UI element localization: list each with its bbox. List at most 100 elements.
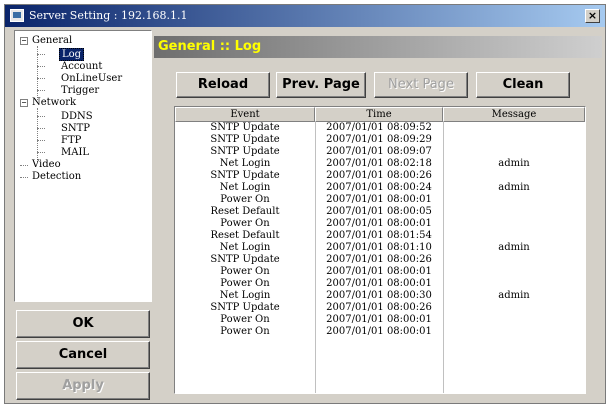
table-row[interactable]: Net Login 2007/01/01 08:00:24 admin <box>175 182 585 194</box>
cell-message: admin <box>498 182 530 193</box>
window-title: Server Setting : 192.168.1.1 <box>29 9 188 22</box>
cell-time: 2007/01/01 08:09:07 <box>326 146 432 157</box>
cell-event: Net Login <box>219 242 271 253</box>
close-button[interactable]: × <box>585 9 600 23</box>
table-row[interactable]: SNTP Update 2007/01/01 08:09:52 <box>175 122 585 134</box>
table-row[interactable]: SNTP Update 2007/01/01 08:00:26 <box>175 170 585 182</box>
cell-event: Power On <box>220 314 270 325</box>
tree-branch-line <box>37 54 45 55</box>
panel-title: General :: Log <box>154 36 602 58</box>
table-row[interactable]: SNTP Update 2007/01/01 08:00:26 <box>175 302 585 314</box>
table-row[interactable]: Net Login 2007/01/01 08:00:30 admin <box>175 290 585 302</box>
table-row[interactable]: SNTP Update 2007/01/01 08:09:07 <box>175 146 585 158</box>
tree-item-ddns[interactable]: DDNS <box>61 111 93 122</box>
cell-event: Net Login <box>219 290 271 301</box>
column-header-message[interactable]: Message <box>443 107 585 122</box>
tree-item-account[interactable]: Account <box>61 61 102 72</box>
cell-time: 2007/01/01 08:00:26 <box>326 170 432 181</box>
cell-event: SNTP Update <box>210 146 280 157</box>
cell-event: Power On <box>220 326 270 337</box>
cell-event: Power On <box>220 218 270 229</box>
table-row[interactable]: Power On 2007/01/01 08:00:01 <box>175 218 585 230</box>
cell-time: 2007/01/01 08:01:10 <box>326 242 432 253</box>
table-row[interactable]: Net Login 2007/01/01 08:02:18 admin <box>175 158 585 170</box>
tree-branch-line <box>20 177 28 178</box>
cell-time: 2007/01/01 08:00:24 <box>326 182 432 193</box>
cell-message: admin <box>498 290 530 301</box>
cell-message: admin <box>498 242 530 253</box>
cell-time: 2007/01/01 08:00:05 <box>326 206 432 217</box>
cell-time: 2007/01/01 08:00:26 <box>326 254 432 265</box>
tree-item-video[interactable]: Video <box>32 159 61 170</box>
general-expander-icon[interactable]: − <box>20 37 28 45</box>
app-icon <box>10 9 24 22</box>
apply-button[interactable]: Apply <box>16 372 150 400</box>
tree-item-trigger[interactable]: Trigger <box>61 85 99 96</box>
table-row[interactable]: Net Login 2007/01/01 08:01:10 admin <box>175 242 585 254</box>
tree-branch-line <box>37 116 45 117</box>
table-row[interactable]: Power On 2007/01/01 08:00:01 <box>175 266 585 278</box>
cell-time: 2007/01/01 08:02:18 <box>326 158 432 169</box>
cell-time: 2007/01/01 08:00:01 <box>326 218 432 229</box>
tree-item-network[interactable]: Network <box>32 97 76 108</box>
title-bar[interactable]: Server Setting : 192.168.1.1 × <box>5 5 605 27</box>
cell-time: 2007/01/01 08:00:01 <box>326 194 432 205</box>
cell-time: 2007/01/01 08:01:54 <box>326 230 432 241</box>
cell-event: Net Login <box>219 182 271 193</box>
column-header-time[interactable]: Time <box>315 107 443 122</box>
log-table: Event Time Message SNTP Update 2007/01/01… <box>174 106 586 394</box>
cell-event: SNTP Update <box>210 302 280 313</box>
cell-event: Net Login <box>219 158 271 169</box>
settings-tree: − General Log Account OnLineUser Trigger… <box>14 30 152 302</box>
tree-branch-line <box>37 128 45 129</box>
cell-event: SNTP Update <box>210 170 280 181</box>
cell-time: 2007/01/01 08:00:30 <box>326 290 432 301</box>
ok-button[interactable]: OK <box>16 310 150 338</box>
cell-event: Reset Default <box>210 230 280 241</box>
tree-item-ftp[interactable]: FTP <box>61 135 81 146</box>
tree-branch-line <box>37 66 45 67</box>
tree-branch-line <box>20 165 28 166</box>
cell-time: 2007/01/01 08:00:01 <box>326 266 432 277</box>
column-header-event[interactable]: Event <box>175 107 315 122</box>
table-row[interactable]: Power On 2007/01/01 08:00:01 <box>175 326 585 338</box>
cell-event: Power On <box>220 266 270 277</box>
prev-page-button[interactable]: Prev. Page <box>276 72 366 98</box>
table-row[interactable]: Power On 2007/01/01 08:00:01 <box>175 314 585 326</box>
tree-item-log[interactable]: Log <box>59 48 85 61</box>
cell-time: 2007/01/01 08:00:01 <box>326 314 432 325</box>
cell-event: SNTP Update <box>210 122 280 133</box>
cell-event: Power On <box>220 278 270 289</box>
cell-event: SNTP Update <box>210 134 280 145</box>
cell-event: Reset Default <box>210 206 280 217</box>
log-rows: SNTP Update 2007/01/01 08:09:52 SNTP Updat… <box>175 122 585 338</box>
cell-message: admin <box>498 158 530 169</box>
tree-item-general[interactable]: General <box>32 35 72 46</box>
table-row[interactable]: SNTP Update 2007/01/01 08:00:26 <box>175 254 585 266</box>
tree-branch-line <box>37 152 45 153</box>
table-row[interactable]: Reset Default 2007/01/01 08:00:05 <box>175 206 585 218</box>
cell-time: 2007/01/01 08:00:01 <box>326 326 432 337</box>
table-row[interactable]: Reset Default 2007/01/01 08:01:54 <box>175 230 585 242</box>
cell-time: 2007/01/01 08:00:01 <box>326 278 432 289</box>
tree-item-detection[interactable]: Detection <box>32 171 81 182</box>
clean-button[interactable]: Clean <box>476 72 570 98</box>
next-page-button[interactable]: Next Page <box>374 72 468 98</box>
tree-branch-line <box>37 78 45 79</box>
reload-button[interactable]: Reload <box>176 72 270 98</box>
tree-item-sntp[interactable]: SNTP <box>61 123 90 134</box>
table-row[interactable]: Power On 2007/01/01 08:00:01 <box>175 278 585 290</box>
table-row[interactable]: SNTP Update 2007/01/01 08:09:29 <box>175 134 585 146</box>
cell-time: 2007/01/01 08:00:26 <box>326 302 432 313</box>
tree-item-onlineuser[interactable]: OnLineUser <box>61 73 122 84</box>
table-row[interactable]: Power On 2007/01/01 08:00:01 <box>175 194 585 206</box>
tree-branch-line <box>37 90 45 91</box>
cell-time: 2007/01/01 08:09:29 <box>326 134 432 145</box>
cancel-button[interactable]: Cancel <box>16 341 150 369</box>
cell-event: Power On <box>220 194 270 205</box>
cell-time: 2007/01/01 08:09:52 <box>326 122 432 133</box>
network-expander-icon[interactable]: − <box>20 99 28 107</box>
tree-item-mail[interactable]: MAIL <box>61 147 89 158</box>
cell-event: SNTP Update <box>210 254 280 265</box>
tree-branch-line <box>37 140 45 141</box>
